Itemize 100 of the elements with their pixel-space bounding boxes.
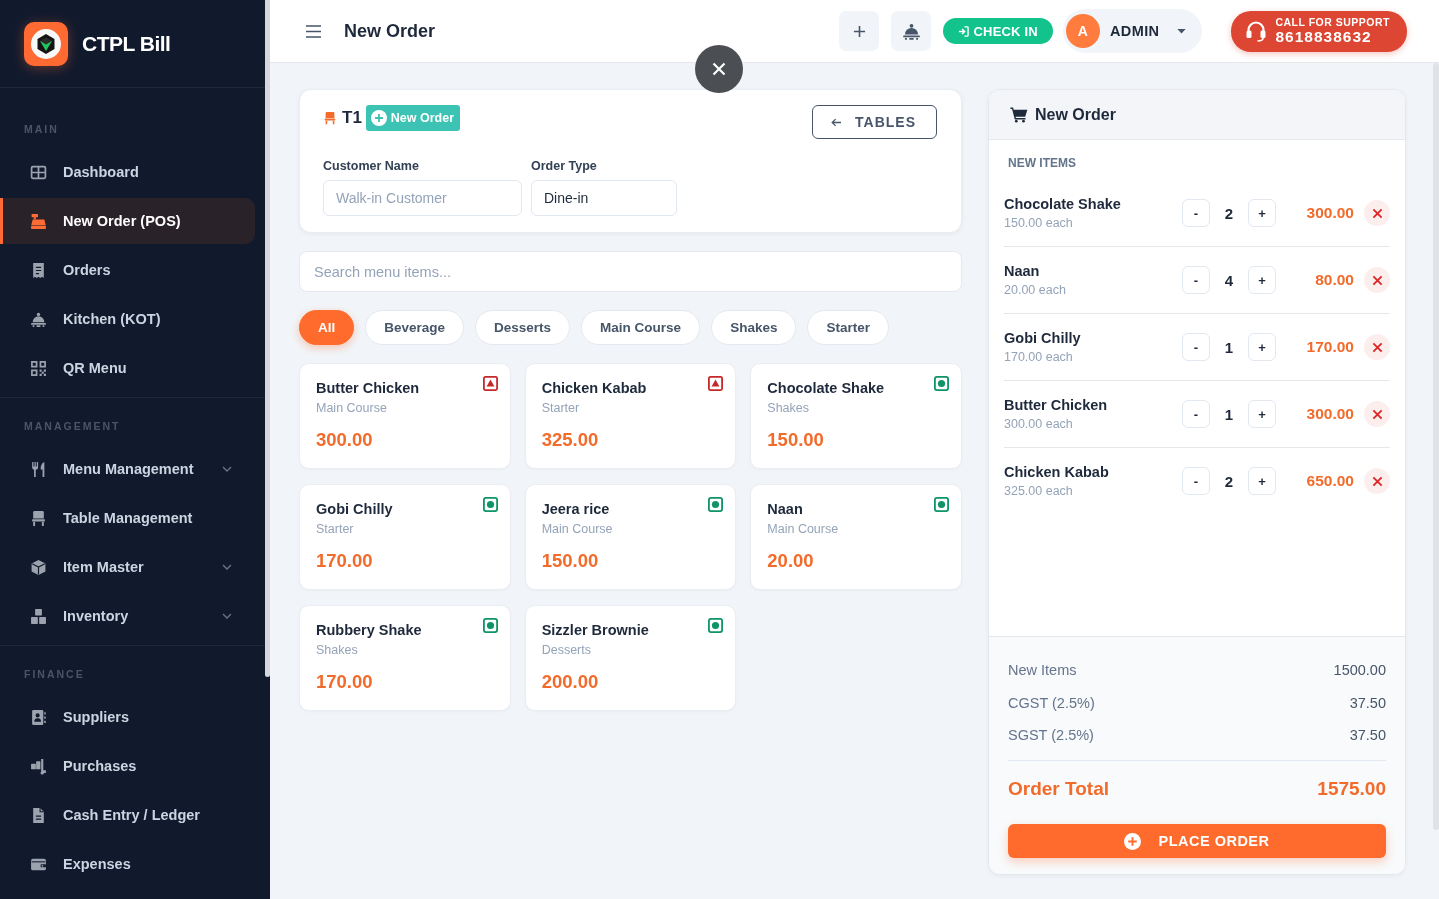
field-label: Customer Name (323, 158, 420, 174)
menu-item-card[interactable]: Sizzler Brownie Desserts 200.00 (524, 605, 737, 711)
item-category: Shakes (316, 642, 359, 658)
menu-item-card[interactable]: Rubbery Shake Shakes 170.00 (299, 605, 511, 711)
increase-button[interactable]: + (1248, 199, 1276, 227)
order-type-field[interactable]: Dine-in (531, 180, 677, 216)
item-price: 170.00 (316, 549, 374, 573)
receipt-icon (30, 261, 47, 279)
category-filter[interactable]: Desserts (475, 310, 571, 345)
tables-button[interactable]: TABLES (812, 105, 937, 139)
nav-item[interactable]: Suppliers (0, 694, 255, 740)
kitchen-button[interactable] (891, 11, 932, 51)
cart-icon (1010, 106, 1028, 123)
item-category: Main Course (541, 521, 614, 537)
item-price: 20.00 (767, 549, 815, 573)
cart-item-name: Chicken Kabab (1004, 463, 1110, 482)
item-amount: 300.00 (1305, 204, 1354, 222)
x-icon (1371, 475, 1383, 487)
item-price: 150.00 (541, 549, 600, 573)
item-amount: 300.00 (1305, 405, 1354, 423)
remove-button[interactable] (1364, 334, 1390, 360)
user-menu-button[interactable]: A ADMIN (1062, 9, 1203, 53)
item-category: Starter (541, 400, 581, 416)
remove-button[interactable] (1364, 468, 1390, 494)
nav-item[interactable]: Menu Management (0, 446, 255, 492)
item-name: Naan (767, 500, 804, 518)
cash-register-icon (30, 212, 47, 230)
category-filter[interactable]: Main Course (581, 310, 701, 345)
summary-value: 1500.00 (1333, 661, 1386, 680)
menu-item-card[interactable]: Jeera rice Main Course 150.00 (524, 484, 737, 590)
logo-icon (24, 21, 68, 66)
menu-item-card[interactable]: Chocolate Shake Shakes 150.00 (750, 363, 962, 469)
nav-item[interactable]: QR Menu (0, 345, 255, 391)
category-filter[interactable]: Beverage (365, 310, 465, 345)
item-quantity: 2 (1223, 204, 1235, 222)
decrease-button[interactable]: - (1182, 199, 1210, 227)
nav-item[interactable]: Cash Entry / Ledger (0, 792, 255, 838)
document-icon (30, 806, 47, 824)
menu-item-card[interactable]: Chicken Kabab Starter 325.00 (524, 363, 737, 469)
nav-item[interactable]: Purchases (0, 743, 255, 789)
x-icon (1371, 274, 1383, 286)
scrollbar[interactable] (1433, 63, 1439, 830)
sign-in-icon (958, 25, 970, 37)
close-icon (711, 61, 727, 77)
item-amount: 80.00 (1314, 271, 1354, 289)
support-button[interactable]: CALL FOR SUPPORT 8618838632 (1231, 10, 1407, 52)
category-filter[interactable]: Shakes (711, 310, 797, 345)
item-price: 200.00 (541, 670, 600, 694)
increase-button[interactable]: + (1248, 266, 1276, 294)
chevron-down-icon (222, 466, 232, 472)
x-icon (1371, 207, 1383, 219)
chair-icon (323, 110, 337, 126)
cart-title: New Order (1035, 105, 1116, 124)
x-icon (1371, 341, 1383, 353)
increase-button[interactable]: + (1248, 400, 1276, 428)
item-quantity: 2 (1223, 472, 1235, 490)
item-category: Main Course (767, 521, 840, 537)
menu-item-card[interactable]: Naan Main Course 20.00 (750, 484, 962, 590)
remove-button[interactable] (1364, 267, 1390, 293)
nav-item[interactable]: Kitchen (KOT) (0, 296, 255, 342)
cart-item-unit-price: 325.00 each (1004, 483, 1074, 500)
hand-truck-icon (30, 757, 47, 775)
decrease-button[interactable]: - (1182, 333, 1210, 361)
section-title: MANAGEMENT (23, 419, 122, 433)
decrease-button[interactable]: - (1182, 467, 1210, 495)
field-label: Order Type (531, 158, 598, 174)
item-name: Gobi Chilly (316, 500, 394, 518)
summary-label: SGST (2.5%) (1008, 726, 1094, 745)
item-category: Shakes (767, 400, 811, 416)
increase-button[interactable]: + (1248, 467, 1276, 495)
remove-button[interactable] (1364, 200, 1390, 226)
caret-icon (1177, 28, 1187, 34)
customer-name-field[interactable]: Walk-in Customer (323, 180, 522, 216)
nav-item[interactable]: Orders (0, 247, 255, 293)
headset-icon (1245, 20, 1268, 42)
menu-item-card[interactable]: Butter Chicken Main Course 300.00 (299, 363, 511, 469)
contact-card-icon (30, 708, 47, 726)
menu-icon[interactable] (306, 24, 321, 38)
cart-item-name: Butter Chicken (1004, 396, 1109, 415)
nav-item[interactable]: Inventory (0, 593, 255, 639)
nav-item[interactable]: New Order (POS) (0, 198, 255, 244)
decrease-button[interactable]: - (1182, 400, 1210, 428)
section-title: NEW ITEMS (1007, 155, 1076, 171)
item-quantity: 1 (1223, 405, 1235, 423)
item-name: Butter Chicken (316, 379, 421, 397)
item-amount: 650.00 (1305, 472, 1354, 490)
increase-button[interactable]: + (1248, 333, 1276, 361)
decrease-button[interactable]: - (1182, 266, 1210, 294)
search-field[interactable]: Search menu items... (299, 251, 962, 292)
item-quantity: 4 (1223, 271, 1235, 289)
scrollbar[interactable] (265, 0, 270, 677)
menu-item-card[interactable]: Gobi Chilly Starter 170.00 (299, 484, 511, 590)
brand-name: CTPL Bill (82, 31, 171, 56)
remove-button[interactable] (1364, 401, 1390, 427)
nav-item[interactable]: Item Master (0, 544, 255, 590)
x-icon (1371, 408, 1383, 420)
nav-item[interactable]: Table Management (0, 495, 255, 541)
category-filter[interactable]: Starter (807, 310, 889, 345)
nav-item[interactable]: Dashboard (0, 149, 255, 195)
nav-item[interactable]: Expenses (0, 841, 255, 887)
